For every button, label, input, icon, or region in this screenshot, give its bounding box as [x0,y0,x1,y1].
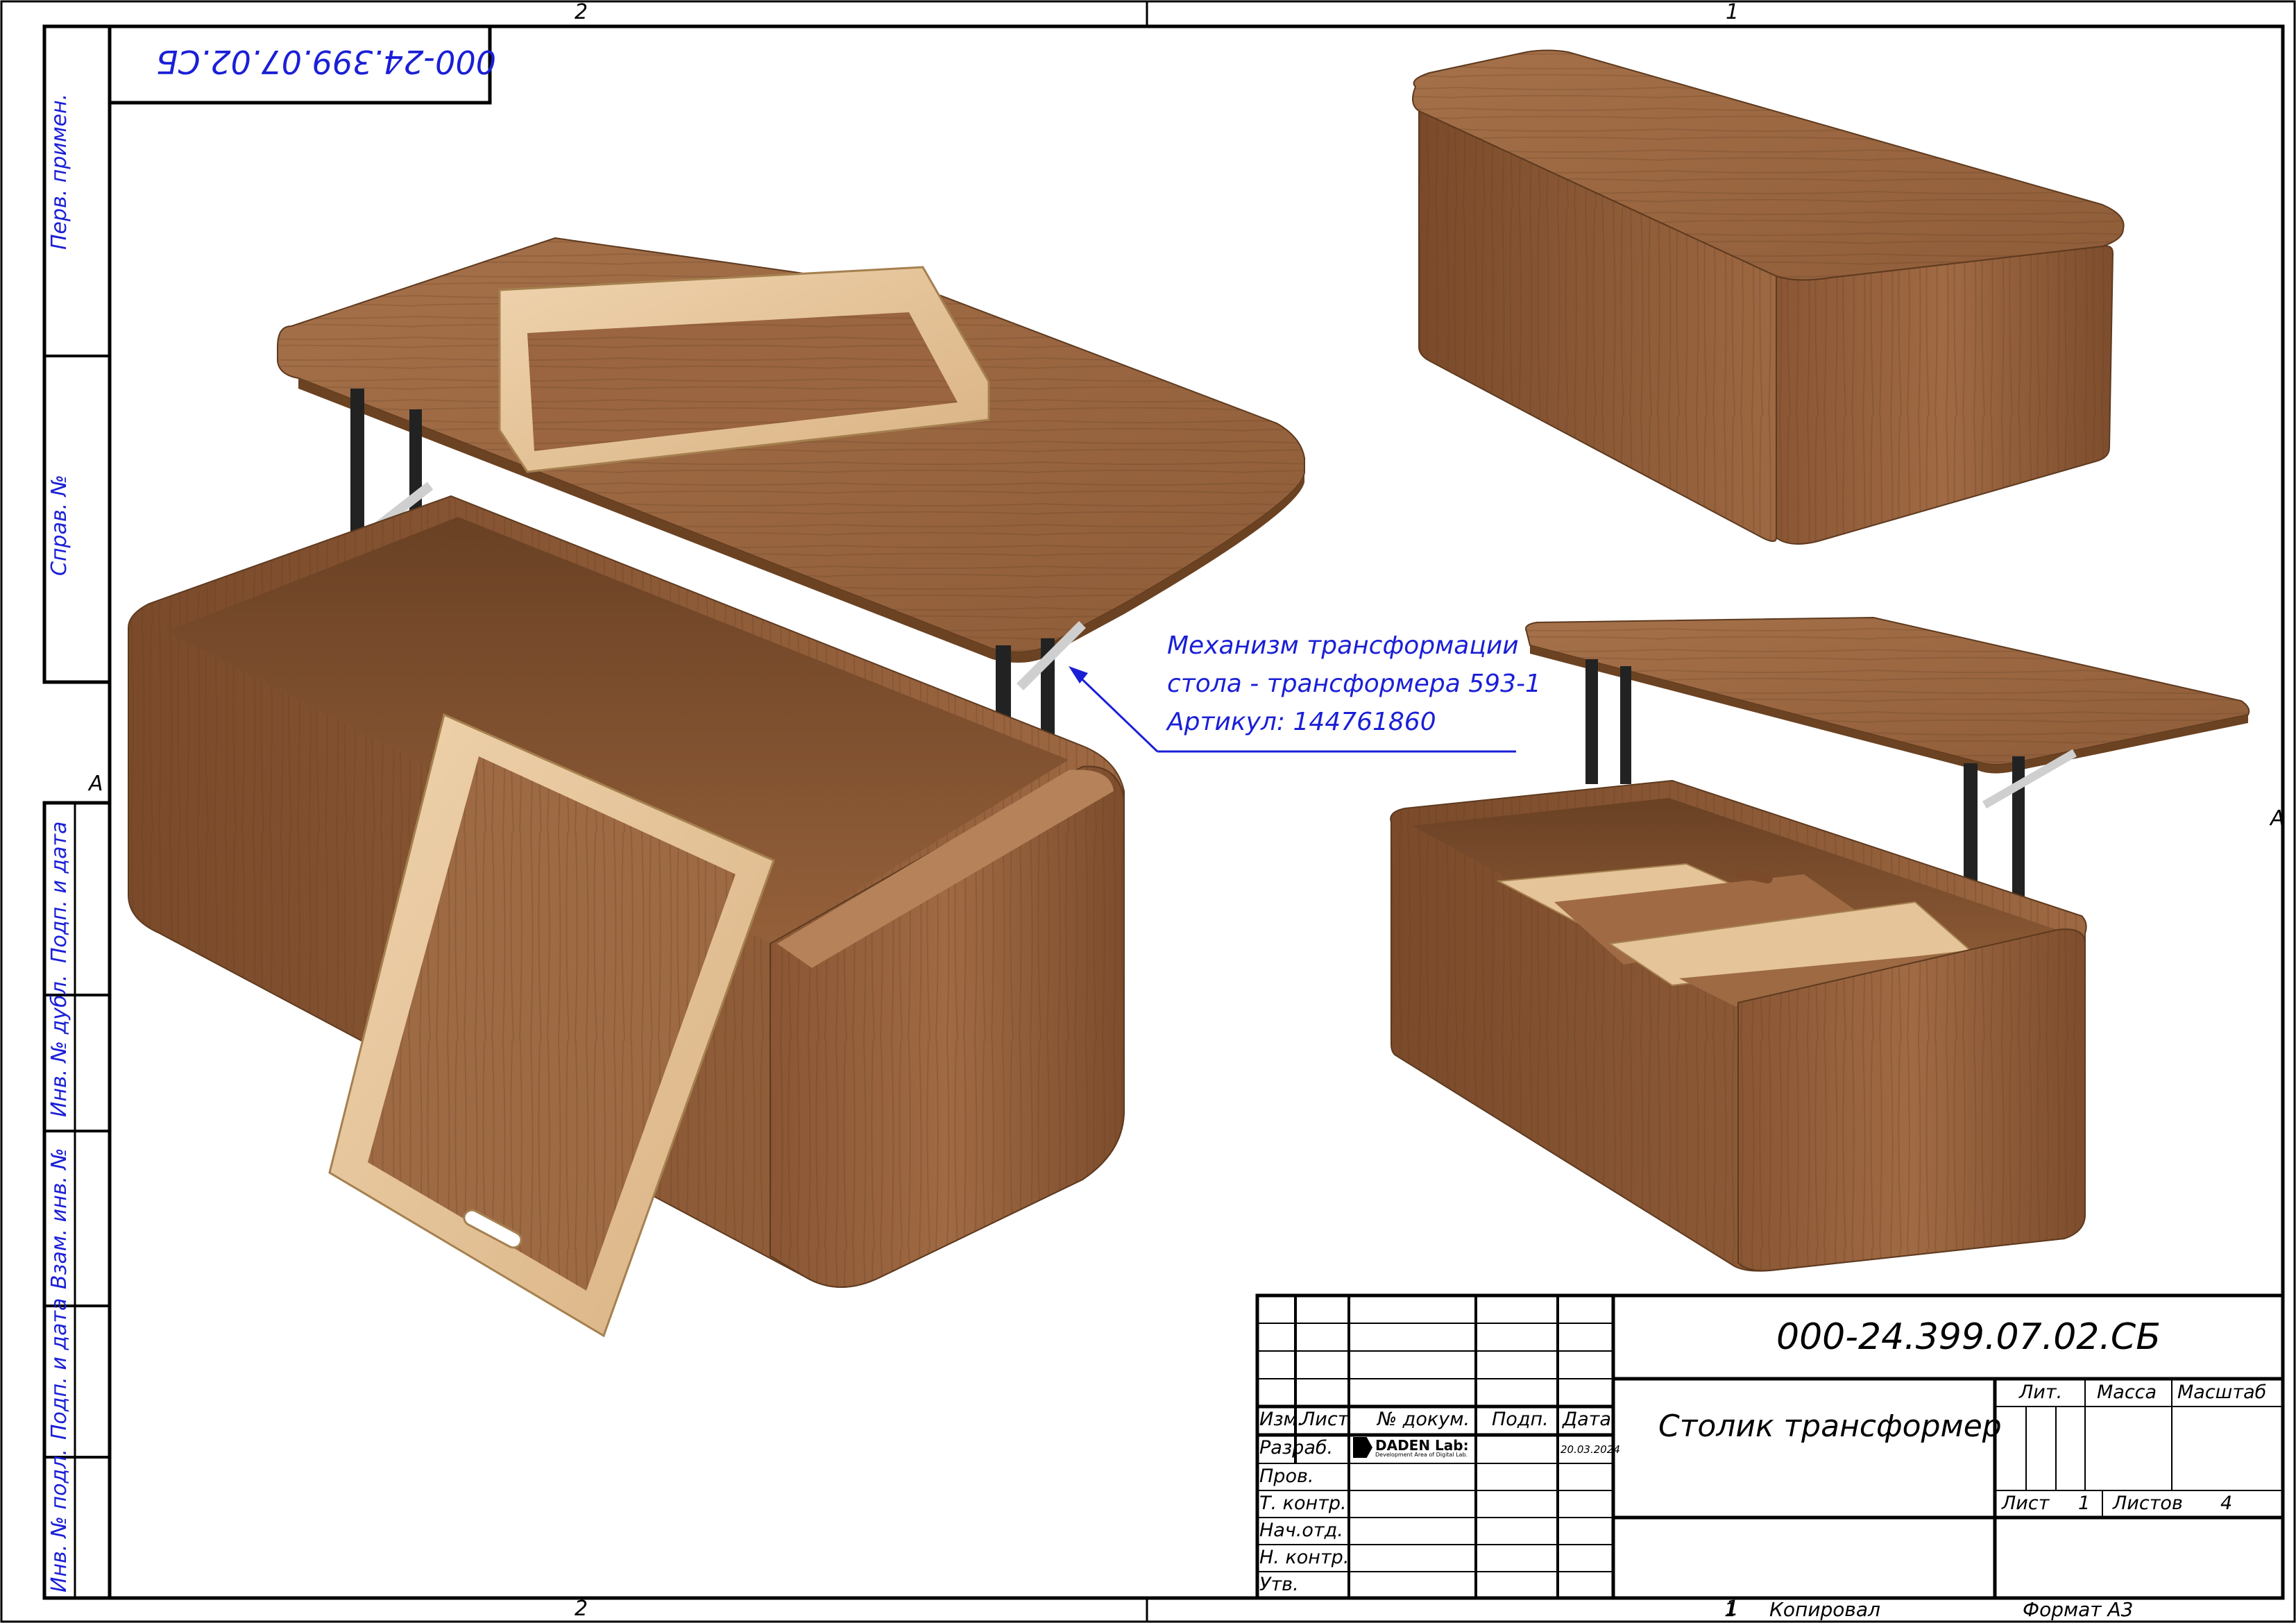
zone-left-a: A [89,772,103,796]
zone-top-right: 1 [1726,0,1740,24]
header-data: Дата [1563,1409,1611,1430]
header-doc-no: № докум. [1377,1409,1470,1430]
side-label-perv-primen: Перв. примен. [47,93,71,250]
annotation-line-3: Артикул: 144761860 [1167,708,1436,736]
side-label-sprav-no: Справ. № [47,475,71,576]
mirrored-designation: 000-24.399.07.02.СБ [156,43,496,80]
date-value: 20.03.2024 [1561,1443,1620,1456]
table-open-compartments-render [1390,616,2250,1272]
header-izm: Изм. [1259,1409,1304,1430]
drawing-sheet [0,0,2296,1623]
copied-label: Копировал [1769,1598,1880,1621]
title-block-designation: 000-24.399.07.02.СБ [1776,1316,2161,1358]
logo-subtext: Development Area of Digital Lab. [1375,1452,1468,1458]
sheet-value: 1 [2078,1493,2091,1514]
scale-label: Масштаб [2177,1382,2267,1403]
logo-d-icon [1353,1437,1372,1458]
side-label-podp-data-1: Подп. и дата [47,821,71,963]
mass-label: Масса [2097,1382,2157,1403]
sheets-value: 4 [2220,1493,2233,1514]
header-podp: Подп. [1492,1409,1549,1430]
format-label: Формат А3 [2023,1598,2134,1621]
annotation-line-2: стола - трансформера 593-1 [1167,670,1541,698]
zone-bottom-left: 2 [575,1597,588,1621]
sheet-label: Лист [2002,1493,2050,1514]
role-nach-otd: Нач.отд. [1259,1520,1343,1541]
side-label-inv-podl: Инв. № подл. [47,1449,71,1592]
header-list: Лист [1301,1409,1349,1430]
role-t-kontr: Т. контр. [1259,1493,1347,1514]
table-open-with-tray-render [128,237,1305,1338]
zone-top-left: 2 [575,0,588,24]
role-razrab: Разраб. [1259,1437,1334,1459]
role-n-kontr: Н. контр. [1259,1547,1350,1568]
table-closed-render [1412,49,2125,545]
side-label-vzam-inv: Взам. инв. № [47,1148,71,1289]
zone-right-a: A [2270,806,2285,831]
lit-label: Лит. [2019,1382,2063,1403]
side-label-podp-data-2: Подп. и дата [47,1298,71,1440]
developer-logo: DADEN Lab: Development Area of Digital L… [1353,1437,1471,1461]
annotation-line-1: Механизм трансформации [1167,631,1519,660]
role-utv: Утв. [1259,1574,1299,1595]
side-label-inv-dubl: Инв. № дубл. [47,974,71,1117]
title-block-title: Столик трансформер [1658,1409,2002,1444]
sheets-label: Листов [2113,1493,2183,1514]
copied-num: 1 [1724,1598,1737,1621]
role-prov: Пров. [1259,1465,1314,1487]
